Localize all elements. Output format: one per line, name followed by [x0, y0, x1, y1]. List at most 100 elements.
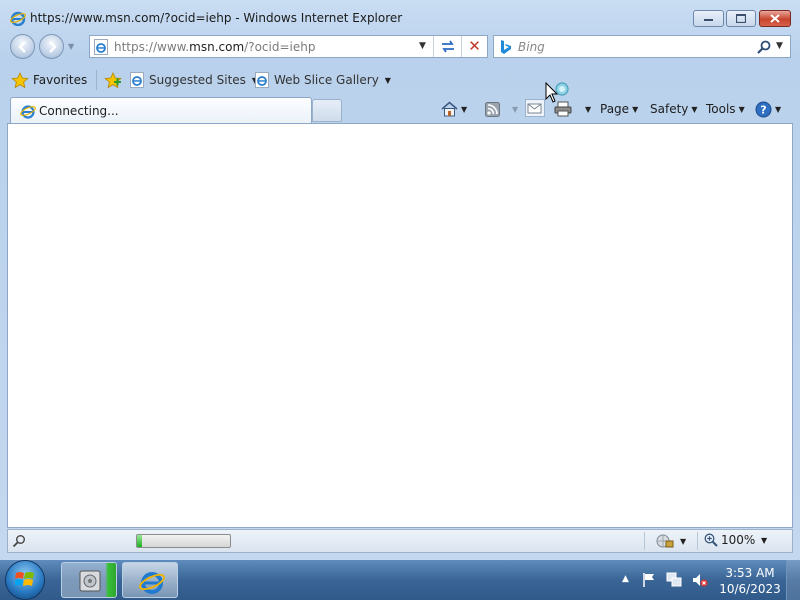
- help-button[interactable]: ? ▼: [755, 99, 781, 119]
- action-center-flag-icon[interactable]: [642, 572, 656, 588]
- address-dropdown-icon[interactable]: ▼: [419, 41, 426, 51]
- divider: [433, 36, 434, 57]
- search-box[interactable]: Bing ▼: [493, 35, 791, 58]
- bing-logo-icon: [501, 40, 511, 54]
- address-url[interactable]: https://www.msn.com/?ocid=iehp: [114, 40, 315, 54]
- page-menu-button[interactable]: Page ▼: [600, 99, 638, 119]
- browser-tab[interactable]: Connecting...: [10, 97, 312, 124]
- close-icon: [760, 11, 790, 26]
- maximize-button[interactable]: [726, 10, 756, 27]
- ie-window: https://www.msn.com/?ocid=iehp - Windows…: [0, 0, 800, 561]
- chevron-down-icon: ▼: [461, 104, 468, 114]
- title-bar[interactable]: https://www.msn.com/?ocid=iehp - Windows…: [0, 0, 800, 34]
- page-load-progress-bar: [136, 534, 231, 548]
- zoom-level: 100%: [721, 533, 756, 547]
- home-icon: [441, 101, 458, 117]
- address-bar[interactable]: https://www.msn.com/?ocid=iehp ▼ ✕: [89, 35, 488, 58]
- read-mail-button[interactable]: [525, 99, 545, 117]
- favorites-button[interactable]: Favorites: [11, 69, 87, 91]
- rss-feed-icon: [485, 101, 500, 117]
- windows-logo-icon: [15, 572, 34, 586]
- forward-button[interactable]: [39, 34, 64, 59]
- window-title: https://www.msn.com/?ocid=iehp - Windows…: [30, 11, 403, 25]
- ie-logo-icon: [10, 11, 26, 26]
- divider: [461, 36, 462, 57]
- search-options-dropdown-icon[interactable]: ▼: [776, 41, 783, 51]
- chevron-down-icon: ▼: [775, 104, 782, 114]
- volume-muted-icon[interactable]: [692, 572, 708, 588]
- chevron-down-icon: ▼: [585, 104, 592, 114]
- taskbar-explorer-button[interactable]: [61, 562, 117, 598]
- star-icon: [11, 71, 29, 88]
- close-button[interactable]: [759, 10, 791, 27]
- chevron-down-icon: ▼: [384, 75, 391, 85]
- page-menu-label: Page: [600, 102, 630, 116]
- favorites-bar: Favorites Suggested Sites ▼ Web Slice Ga…: [0, 66, 800, 94]
- divider: [644, 532, 645, 550]
- clock-date: 10/6/2023: [719, 582, 781, 596]
- forward-arrow-icon: [49, 41, 57, 53]
- minimize-icon: [694, 11, 723, 26]
- url-domain: msn.com: [189, 40, 245, 54]
- globe-lock-icon: [656, 534, 674, 548]
- chevron-down-icon: ▼: [512, 104, 519, 114]
- chevron-down-icon: ▼: [680, 536, 687, 546]
- svg-text:?: ?: [760, 103, 766, 116]
- taskbar: ▲ 3:53 AM 10/6/2023: [0, 560, 800, 600]
- divider: [697, 532, 698, 550]
- back-arrow-icon: [18, 41, 26, 53]
- compatibility-refresh-icon[interactable]: [439, 38, 457, 55]
- new-tab-button[interactable]: [312, 99, 342, 122]
- mail-icon: [527, 103, 542, 114]
- search-icon[interactable]: [756, 39, 772, 55]
- busy-cursor-icon: [545, 81, 571, 108]
- ie-logo-icon: [139, 572, 165, 594]
- tools-menu-button[interactable]: Tools ▼: [706, 99, 745, 119]
- url-prefix: https://www.: [114, 40, 190, 54]
- favorites-label: Favorites: [33, 73, 88, 87]
- safety-menu-button[interactable]: Safety ▼: [650, 99, 698, 119]
- start-button[interactable]: [6, 561, 44, 599]
- add-to-favorites-bar-icon[interactable]: [104, 72, 122, 90]
- clock-time: 3:53 AM: [725, 566, 775, 580]
- page-ie-icon: [130, 72, 144, 88]
- back-button[interactable]: [10, 34, 35, 59]
- chevron-down-icon: ▼: [691, 104, 698, 114]
- network-icon[interactable]: [666, 572, 682, 588]
- status-bar: ▼ 100% ▼: [7, 529, 793, 553]
- minimize-button[interactable]: [693, 10, 724, 27]
- divider: [96, 70, 97, 90]
- chevron-down-icon: ▼: [632, 104, 639, 114]
- progress-fill: [137, 535, 142, 547]
- protected-mode-button[interactable]: ▼: [656, 533, 686, 549]
- url-suffix: /?ocid=iehp: [244, 40, 316, 54]
- page-ie-icon: [255, 72, 269, 88]
- favorites-link-web-slice-gallery[interactable]: Web Slice Gallery ▼: [254, 69, 391, 91]
- tab-title: Connecting...: [39, 104, 119, 118]
- page-content-area[interactable]: [7, 123, 793, 528]
- home-button[interactable]: ▼: [441, 99, 467, 119]
- safety-menu-label: Safety: [650, 102, 689, 116]
- taskbar-internet-explorer-button[interactable]: [122, 562, 178, 598]
- magnifier-icon: [12, 535, 25, 548]
- search-placeholder[interactable]: Bing: [518, 40, 545, 54]
- maximize-icon: [727, 11, 755, 26]
- zoom-button[interactable]: 100%: [704, 533, 755, 547]
- show-hidden-icons-icon[interactable]: ▲: [622, 574, 629, 584]
- favorites-link-suggested-sites[interactable]: Suggested Sites ▼: [129, 69, 258, 91]
- suggested-sites-label: Suggested Sites: [149, 73, 246, 87]
- tools-menu-label: Tools: [706, 102, 736, 116]
- zoom-icon: [704, 533, 718, 547]
- disk-drive-icon: [79, 570, 101, 592]
- stop-icon[interactable]: ✕: [466, 38, 483, 55]
- zoom-dropdown-icon[interactable]: ▼: [761, 536, 767, 545]
- taskbar-clock[interactable]: 3:53 AM 10/6/2023: [712, 565, 788, 597]
- show-desktop-button[interactable]: [786, 560, 800, 600]
- help-icon: ?: [755, 101, 772, 117]
- chevron-down-icon: ▼: [738, 104, 745, 114]
- feeds-button[interactable]: ▼: [485, 99, 518, 119]
- page-ie-icon: [94, 39, 108, 55]
- recent-pages-dropdown[interactable]: ▼: [68, 42, 74, 51]
- ie-logo-icon: [20, 105, 36, 119]
- web-slice-gallery-label: Web Slice Gallery: [274, 73, 379, 87]
